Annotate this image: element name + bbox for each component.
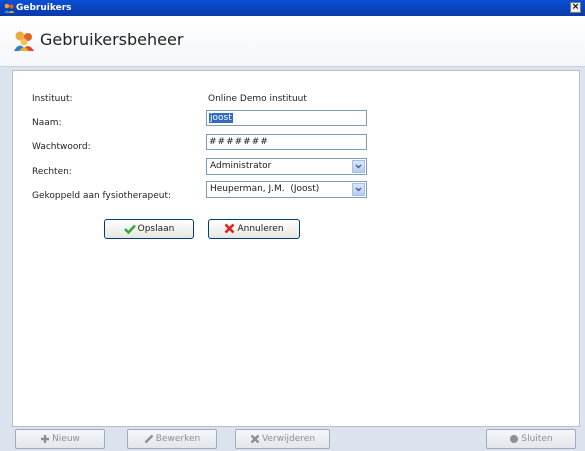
form-panel: Instituut: Online Demo instituut Naam: j… <box>12 70 580 427</box>
rechten-label: Rechten: <box>32 167 72 177</box>
bottom-toolbar: Nieuw Bewerken Verwijderen Sluiten <box>0 428 585 451</box>
window-title: Gebruikers <box>16 3 72 13</box>
users-icon <box>14 31 34 51</box>
wachtwoord-value: ####### <box>209 137 269 147</box>
wachtwoord-field[interactable]: ####### <box>206 134 367 150</box>
wachtwoord-label: Wachtwoord: <box>32 142 91 152</box>
fysio-value: Heuperman, J.M. (Joost) <box>210 184 320 194</box>
cancel-button[interactable]: Annuleren <box>208 219 300 239</box>
cross-icon <box>250 434 260 443</box>
edit-button[interactable]: Bewerken <box>127 429 217 449</box>
title-bar: Gebruikers × <box>0 0 585 16</box>
users-window: Gebruikers × Gebruikersbeheer Instituut:… <box>0 0 585 451</box>
close-label: Sluiten <box>521 434 553 444</box>
delete-label: Verwijderen <box>261 434 316 444</box>
save-button[interactable]: Opslaan <box>104 219 194 239</box>
edit-label: Bewerken <box>155 434 201 444</box>
close-button[interactable]: Sluiten <box>486 429 576 449</box>
circle-icon <box>510 434 519 443</box>
new-button[interactable]: Nieuw <box>15 429 105 449</box>
cancel-label: Annuleren <box>237 224 284 234</box>
fysio-label: Gekoppeld aan fysiotherapeut: <box>32 191 172 201</box>
chevron-down-icon[interactable] <box>352 183 365 196</box>
rechten-select[interactable]: Administrator <box>206 158 367 175</box>
save-label: Opslaan <box>137 224 175 234</box>
naam-value: joost <box>209 113 233 123</box>
rechten-value: Administrator <box>210 161 272 171</box>
new-label: Nieuw <box>52 434 80 444</box>
fysio-select[interactable]: Heuperman, J.M. (Joost) <box>206 181 367 198</box>
instituut-value: Online Demo instituut <box>208 94 307 104</box>
delete-button[interactable]: Verwijderen <box>235 429 330 449</box>
chevron-down-icon[interactable] <box>352 160 365 173</box>
page-header: Gebruikersbeheer <box>0 16 585 67</box>
instituut-label: Instituut: <box>32 94 73 104</box>
users-icon <box>4 3 15 13</box>
pencil-icon <box>144 434 154 443</box>
naam-label: Naam: <box>32 118 62 128</box>
close-window-button[interactable]: × <box>570 2 581 13</box>
check-icon <box>123 224 136 234</box>
cross-icon <box>225 223 235 234</box>
naam-field[interactable]: joost <box>206 110 367 126</box>
plus-icon <box>41 434 50 443</box>
page-title: Gebruikersbeheer <box>40 30 184 49</box>
